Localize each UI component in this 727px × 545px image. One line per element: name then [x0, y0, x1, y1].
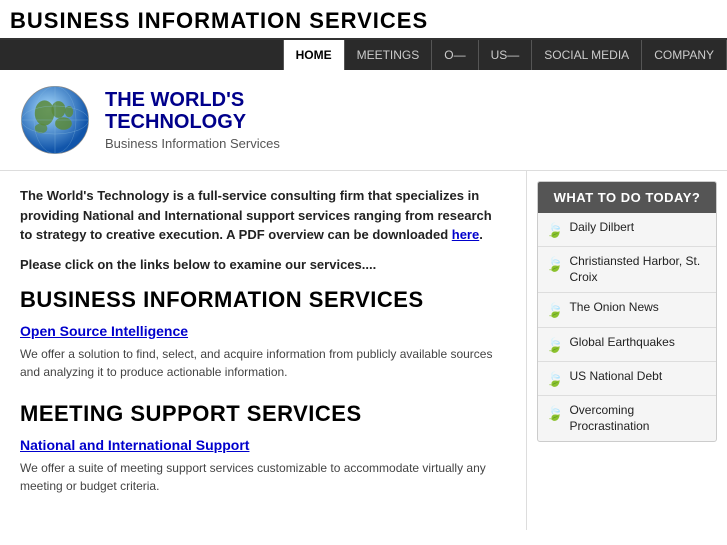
- left-content: The World's Technology is a full-service…: [0, 171, 527, 530]
- nav-o[interactable]: O—: [432, 40, 478, 70]
- section-meeting-support: MEETING SUPPORT SERVICES National and In…: [20, 401, 506, 495]
- leaf-icon-1: 🍃: [546, 221, 563, 239]
- leaf-icon-4: 🍃: [546, 336, 563, 354]
- service-desc-1: We offer a solution to find, select, and…: [20, 345, 506, 381]
- sidebar-item-daily-dilbert[interactable]: 🍃 Daily Dilbert: [538, 213, 716, 247]
- logo-text: THE WORLD'S TECHNOLOGY Business Informat…: [105, 89, 280, 151]
- leaf-icon-3: 🍃: [546, 301, 563, 319]
- nav-social-media[interactable]: SOCIAL MEDIA: [532, 40, 642, 70]
- sidebar-item-national-debt[interactable]: 🍃 US National Debt: [538, 362, 716, 396]
- prompt-text: Please click on the links below to exami…: [20, 257, 506, 272]
- pdf-link[interactable]: here: [452, 227, 479, 242]
- nav-home[interactable]: HOME: [283, 40, 345, 70]
- sidebar-header: WHAT TO DO TODAY?: [538, 182, 716, 213]
- section-heading-1: BUSINESS INFORMATION SERVICES: [20, 287, 506, 313]
- intro-paragraph: The World's Technology is a full-service…: [20, 186, 506, 245]
- logo-main-title: THE WORLD'S TECHNOLOGY: [105, 89, 280, 133]
- globe-icon: [20, 85, 90, 155]
- nav-meetings[interactable]: MEETINGS: [345, 40, 433, 70]
- leaf-icon-2: 🍃: [546, 255, 563, 273]
- main-nav: HOME MEETINGS O— US— SOCIAL MEDIA COMPAN…: [0, 40, 727, 70]
- page-title-bar: BUSINESS INFORMATION SERVICES: [0, 0, 727, 40]
- main-layout: The World's Technology is a full-service…: [0, 171, 727, 530]
- page-title: BUSINESS INFORMATION SERVICES: [10, 8, 717, 34]
- sidebar-item-earthquakes[interactable]: 🍃 Global Earthquakes: [538, 328, 716, 362]
- service-link-2[interactable]: National and International Support: [20, 437, 506, 453]
- logo-area: THE WORLD'S TECHNOLOGY Business Informat…: [0, 70, 727, 171]
- nav-us[interactable]: US—: [479, 40, 533, 70]
- sidebar-box: WHAT TO DO TODAY? 🍃 Daily Dilbert 🍃 Chri…: [537, 181, 717, 442]
- sidebar-item-onion-news[interactable]: 🍃 The Onion News: [538, 293, 716, 327]
- logo-sub-title: Business Information Services: [105, 136, 280, 151]
- right-sidebar: WHAT TO DO TODAY? 🍃 Daily Dilbert 🍃 Chri…: [527, 171, 727, 530]
- sidebar-item-harbor[interactable]: 🍃 Christiansted Harbor, St. Croix: [538, 247, 716, 293]
- section-heading-2: MEETING SUPPORT SERVICES: [20, 401, 506, 427]
- sidebar-item-procrastination[interactable]: 🍃 Overcoming Procrastination: [538, 396, 716, 441]
- service-desc-2: We offer a suite of meeting support serv…: [20, 459, 506, 495]
- nav-company[interactable]: COMPANY: [642, 40, 727, 70]
- leaf-icon-6: 🍃: [546, 404, 563, 422]
- leaf-icon-5: 🍃: [546, 370, 563, 388]
- service-link-1[interactable]: Open Source Intelligence: [20, 323, 506, 339]
- section-business-info: BUSINESS INFORMATION SERVICES Open Sourc…: [20, 287, 506, 381]
